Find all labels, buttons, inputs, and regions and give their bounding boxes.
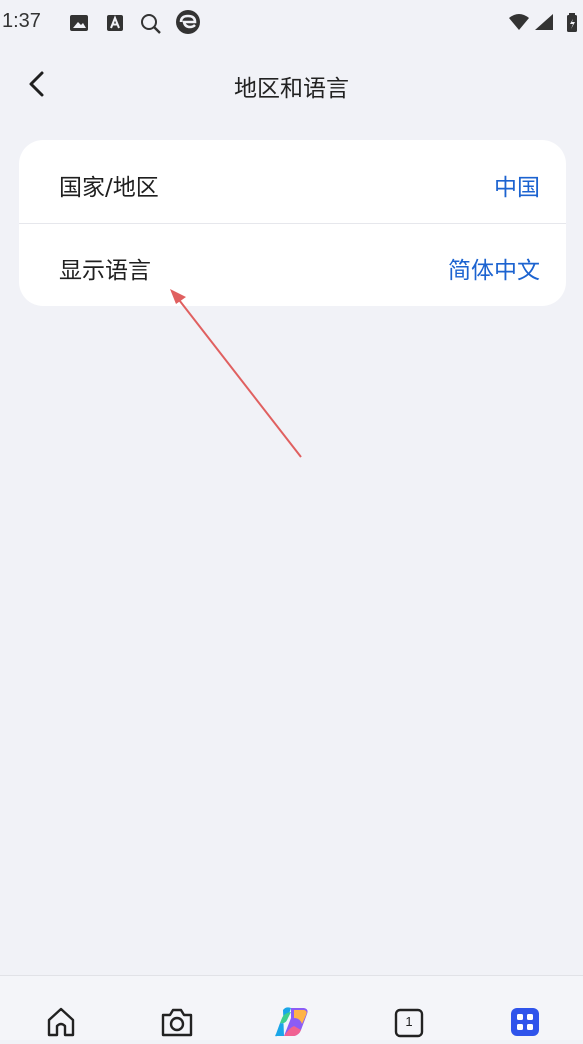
search-icon xyxy=(139,12,161,34)
copilot-icon xyxy=(275,1007,308,1037)
settings-row-country-region[interactable]: 国家/地区 中国 xyxy=(19,140,566,223)
camera-icon xyxy=(161,1008,193,1037)
nav-apps[interactable] xyxy=(507,1004,543,1040)
edge-browser-icon xyxy=(175,9,200,34)
nav-tabs[interactable]: 1 xyxy=(391,1004,427,1040)
header: 地区和语言 xyxy=(0,55,583,111)
row-value: 中国 xyxy=(494,175,540,201)
a-badge-icon xyxy=(104,12,126,34)
image-icon xyxy=(68,12,90,34)
signal-icon xyxy=(533,12,555,36)
battery-icon xyxy=(566,12,580,38)
wifi-icon xyxy=(508,12,530,36)
status-time: 1:37 xyxy=(2,10,41,32)
bottom-nav: 1 xyxy=(0,975,583,1040)
row-label: 国家/地区 xyxy=(59,175,159,201)
tab-count: 1 xyxy=(405,1014,413,1029)
settings-card: 国家/地区 中国 显示语言 简体中文 xyxy=(19,140,566,306)
home-icon xyxy=(47,1007,75,1037)
nav-camera[interactable] xyxy=(159,1004,195,1040)
row-value: 简体中文 xyxy=(448,258,540,284)
settings-row-display-language[interactable]: 显示语言 简体中文 xyxy=(19,223,566,306)
page-title: 地区和语言 xyxy=(234,76,349,102)
apps-icon xyxy=(511,1008,539,1036)
status-bar: 1:37 xyxy=(0,0,583,48)
nav-home[interactable] xyxy=(43,1004,79,1040)
nav-copilot[interactable] xyxy=(274,1004,310,1040)
row-label: 显示语言 xyxy=(59,258,151,284)
